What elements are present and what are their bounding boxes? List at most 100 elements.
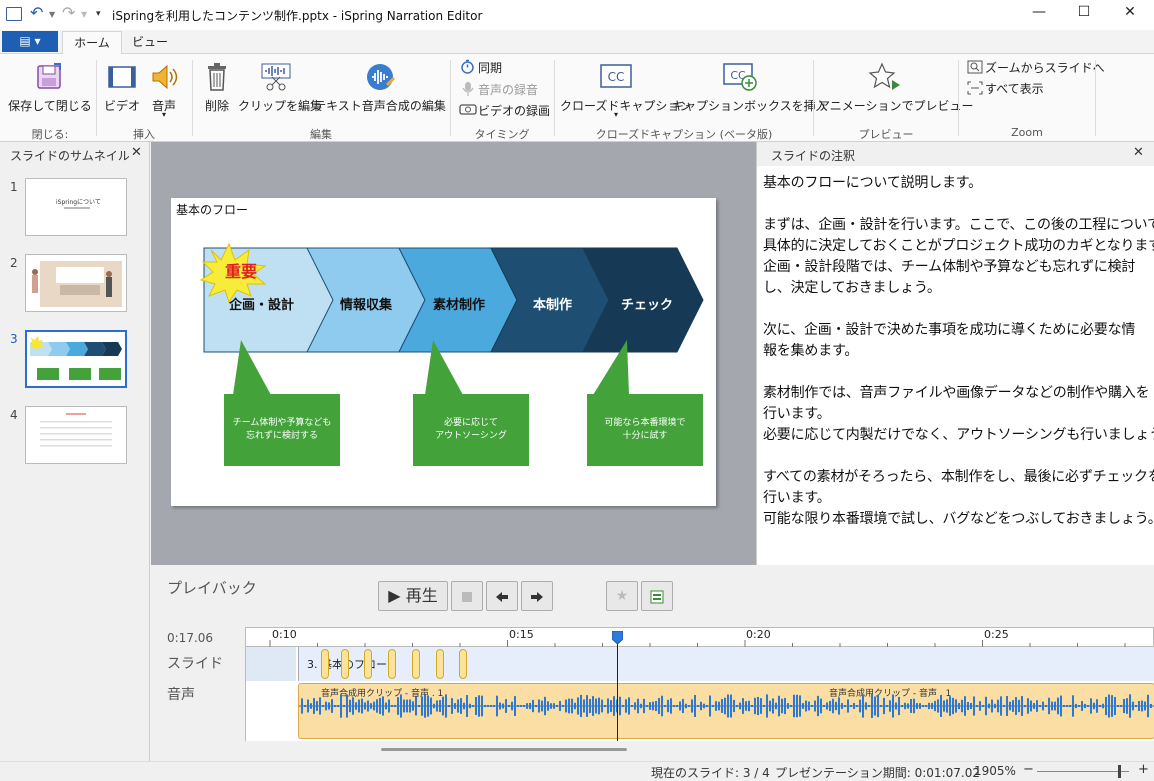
minimize-button[interactable]: — <box>1017 4 1061 26</box>
tick-label: 0:25 <box>984 628 1009 641</box>
stop-button[interactable] <box>451 581 483 611</box>
closed-caption-dropdown-icon: ▾ <box>613 110 618 119</box>
video-label: ビデオ <box>103 99 140 113</box>
callout-3: 可能なら本番環境で 十分に試す <box>587 417 703 443</box>
slide-clip[interactable]: 3. 基本のフロー <box>298 647 1154 681</box>
notes-pane-close-icon[interactable]: ✕ <box>1133 145 1144 160</box>
animation-marker[interactable] <box>341 649 349 679</box>
record-video-button[interactable]: ビデオの録画 <box>458 101 550 119</box>
group-insert-label: 挿入 <box>133 128 155 141</box>
delete-button[interactable]: 削除 <box>198 60 236 116</box>
callout-2-line2: アウトソーシング <box>435 431 507 441</box>
stopwatch-icon <box>461 59 474 74</box>
animation-marker[interactable] <box>388 649 396 679</box>
redo-icon[interactable]: ↷ <box>62 3 75 22</box>
slide-thumbnail-1[interactable]: iSpringについて <box>25 178 127 236</box>
flow-step-3: 素材制作 <box>433 298 486 313</box>
ribbon-separator <box>554 60 555 136</box>
zoom-slider-thumb[interactable] <box>1118 765 1121 778</box>
animation-marker-button[interactable]: ★ <box>606 581 638 611</box>
save-close-button[interactable]: 保存して閉じる <box>6 60 94 116</box>
audio-dropdown-icon: ▾ <box>161 110 166 119</box>
ribbon-separator <box>958 60 959 136</box>
notes-text[interactable]: 基本のフローについて説明します。 まずは、企画・設計を行います。ここで、この後の… <box>757 166 1154 565</box>
tab-home[interactable]: ホーム <box>62 31 122 54</box>
close-button[interactable]: ✕ <box>1108 4 1152 26</box>
thumb-4-text-image <box>26 407 126 463</box>
animation-marker[interactable] <box>436 649 444 679</box>
sync-label: 同期 <box>478 61 503 75</box>
record-audio-button[interactable]: 音声の録音 <box>458 80 548 98</box>
playhead-handle[interactable] <box>612 631 623 645</box>
previous-button[interactable] <box>486 581 518 611</box>
slide-thumbnail-4[interactable] <box>25 406 127 464</box>
maximize-button[interactable]: ☐ <box>1062 4 1106 26</box>
flow-step-4: 本制作 <box>533 298 573 313</box>
delete-label: 削除 <box>204 99 229 113</box>
animation-marker[interactable] <box>364 649 372 679</box>
zoom-out-icon[interactable]: − <box>1023 762 1034 777</box>
sync-button[interactable]: 同期 <box>458 58 548 76</box>
insert-caption-box-button[interactable]: CC キャプションボックスを挿入 <box>672 60 828 116</box>
edit-clip-button[interactable]: クリップを編集 <box>238 60 323 116</box>
zoom-slider[interactable] <box>1037 771 1129 772</box>
tab-view[interactable]: ビュー <box>126 31 174 54</box>
closed-caption-button[interactable]: CC クローズドキャプション ▾ <box>560 60 691 120</box>
thumb-number: 3 <box>10 332 18 346</box>
thumb-number: 2 <box>10 256 18 270</box>
slide-thumbnail-3[interactable] <box>25 330 127 388</box>
microphone-icon <box>462 82 474 96</box>
slide-track-prev <box>246 647 296 681</box>
edit-clip-label: クリップを編集 <box>238 99 323 113</box>
insert-caption-box-label: キャプションボックスを挿入 <box>672 99 828 113</box>
video-button[interactable]: ビデオ <box>102 60 142 116</box>
thumbnail-pane-close-icon[interactable]: ✕ <box>131 145 142 160</box>
callout-3-line1: 可能なら本番環境で <box>604 418 686 428</box>
animation-marker[interactable] <box>321 649 329 679</box>
undo-icon[interactable]: ↶ <box>30 3 43 22</box>
flow-step-5: チェック <box>621 298 674 313</box>
animation-marker[interactable] <box>412 649 420 679</box>
slide-canvas-area: 基本のフロー 重要 企画・設計 情報収集 素材制作 本制作 チェック チーム体制… <box>151 142 756 565</box>
notes-pane: スライドの注釈 ✕ 基本のフローについて説明します。 まずは、企画・設計を行いま… <box>756 142 1154 565</box>
timeline-scrollbar[interactable] <box>381 748 627 751</box>
arrow-left-icon <box>496 591 508 602</box>
notes-line: 行います。 <box>763 490 831 506</box>
notes-line: 行います。 <box>763 406 831 422</box>
notes-line: すべての素材がそろったら、本制作をし、最後に必ずチェックを <box>763 469 1154 485</box>
audio-clip[interactable]: 音声合成用クリップ - 音声 . 1 音声合成用クリップ - 音声 . 1 <box>298 683 1154 739</box>
undo-dropdown-icon[interactable]: ▼ <box>49 10 55 19</box>
notes-line: 基本のフローについて説明します。 <box>763 175 982 191</box>
file-menu-button[interactable]: ▤ ▾ <box>2 31 58 52</box>
arrow-right-icon <box>531 591 543 602</box>
cc-icon: CC <box>600 64 632 88</box>
animation-marker[interactable] <box>459 649 467 679</box>
slide-thumbnail-2[interactable] <box>25 254 127 312</box>
zoom-in-icon[interactable]: + <box>1138 762 1149 777</box>
notes-line: 次に、企画・設計で決めた事項を成功に導くために必要な情 <box>763 322 1136 338</box>
play-button[interactable]: ▶ 再生 <box>378 581 448 611</box>
slide-canvas[interactable]: 基本のフロー 重要 企画・設計 情報収集 素材制作 本制作 チェック チーム体制… <box>171 198 716 506</box>
thumb-number: 1 <box>10 180 18 194</box>
tts-edit-button[interactable]: テキスト音声合成の編集 <box>314 60 446 116</box>
group-close-label: 閉じる: <box>31 128 69 141</box>
callout-1-line1: チーム体制や予算なども <box>232 418 332 428</box>
svg-text:CC: CC <box>608 70 625 84</box>
timeline-ruler[interactable]: 0:10 0:15 0:20 0:25 <box>245 627 1154 648</box>
customize-qat-icon[interactable]: ▾ <box>96 9 101 19</box>
preview-animation-button[interactable]: アニメーションでプレビュー <box>818 60 974 116</box>
webcam-icon <box>459 104 477 115</box>
next-button[interactable] <box>521 581 553 611</box>
tts-edit-label: テキスト音声合成の編集 <box>314 99 446 113</box>
zoom-to-slide-button[interactable]: ズームからスライドへ <box>965 58 1105 76</box>
slide-view-button[interactable] <box>641 581 673 611</box>
thumbnail-pane-title: スライドのサムネイル <box>10 149 130 163</box>
clip-edit-icon <box>261 63 291 91</box>
redo-dropdown-icon[interactable]: ▼ <box>81 10 87 19</box>
playhead[interactable] <box>617 631 618 741</box>
important-badge: 重要 <box>225 262 258 281</box>
ribbon-separator <box>450 60 451 136</box>
audio-button[interactable]: 音声 ▾ <box>144 60 184 120</box>
slide-view-icon <box>650 590 664 603</box>
show-all-button[interactable]: すべて表示 <box>965 79 1065 97</box>
